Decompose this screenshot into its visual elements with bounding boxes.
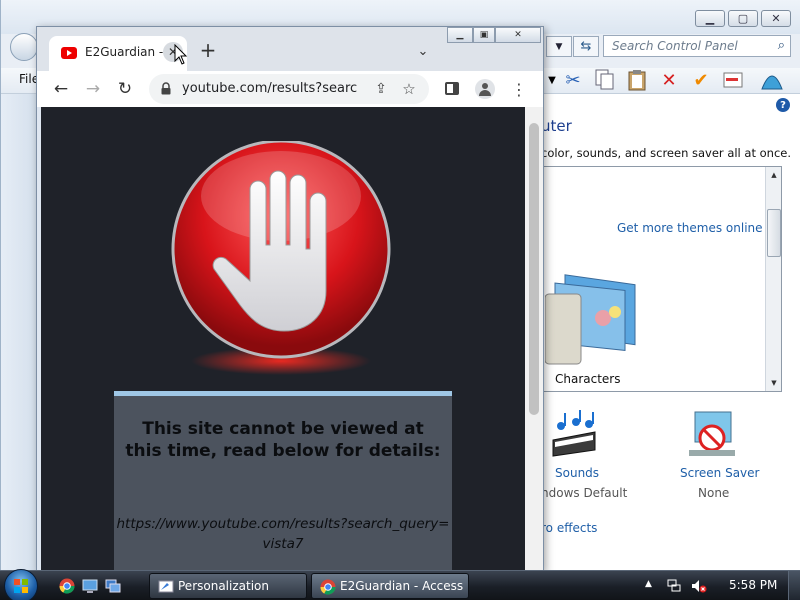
start-button[interactable] <box>4 569 38 600</box>
shell-icon[interactable] <box>759 68 785 92</box>
address-dropdown-icon[interactable]: ▼ <box>546 36 572 57</box>
task-label: E2Guardian - Access ... <box>340 579 469 593</box>
sounds-link[interactable]: Sounds <box>555 466 599 480</box>
refresh-icon[interactable]: ⇆ <box>573 36 599 57</box>
share-icon[interactable]: ⇪ <box>371 79 391 99</box>
minimize-button[interactable]: ▁ <box>695 10 725 27</box>
bookmark-star-icon[interactable]: ☆ <box>399 79 419 99</box>
search-icon[interactable]: ⌕ <box>778 38 785 53</box>
taskbar-personalization[interactable]: Personalization <box>149 573 307 599</box>
chrome-menu-icon[interactable]: ⋮ <box>509 77 529 101</box>
address-bar[interactable]: youtube.com/results?searc... ⇪ ☆ <box>149 74 429 104</box>
tab-search-chevron-icon[interactable]: ⌄ <box>413 41 433 61</box>
maximize-button[interactable]: ▢ <box>728 10 758 27</box>
show-desktop-quicklaunch-icon[interactable] <box>82 578 98 594</box>
youtube-icon <box>61 47 77 59</box>
navigation-pane <box>1 94 41 570</box>
help-icon[interactable]: ? <box>776 98 790 112</box>
mouse-cursor-icon <box>174 44 188 65</box>
scroll-down-icon[interactable]: ▼ <box>766 375 782 391</box>
screen-saver-link[interactable]: Screen Saver <box>680 466 759 480</box>
page-description: color, sounds, and screen saver all at o… <box>541 146 791 160</box>
personalization-app-icon <box>158 580 174 593</box>
block-message-panel: This site cannot be viewed at this time,… <box>114 391 452 571</box>
chrome-toolbar: ← → ↻ youtube.com/results?searc... ⇪ ☆ ⋮ <box>37 71 543 107</box>
paste-icon[interactable] <box>625 68 649 92</box>
delete-icon[interactable]: ✕ <box>657 68 681 92</box>
windows-logo-icon <box>14 579 28 593</box>
chrome-window: ▁ ▣ ✕ E2Guardian - ✕ + ⌄ ← → ↻ youtube.c… <box>36 26 544 572</box>
theme-thumbnail-icon[interactable] <box>544 268 645 368</box>
taskbar-e2guardian[interactable]: E2Guardian - Access ... <box>311 573 469 599</box>
properties-icon[interactable] <box>721 68 745 92</box>
chrome-minimize-button[interactable]: ▁ <box>447 27 473 43</box>
check-icon[interactable]: ✔ <box>689 68 713 92</box>
forward-arrow-icon[interactable]: → <box>81 77 105 101</box>
toolbar-dropdown-icon[interactable]: ▼ <box>546 68 558 92</box>
sounds-icon[interactable] <box>549 410 599 460</box>
page-scrollbar[interactable] <box>525 107 543 571</box>
side-panel-icon[interactable] <box>445 82 459 95</box>
task-label: Personalization <box>178 579 269 593</box>
volume-muted-icon[interactable] <box>691 578 707 594</box>
theme-scrollbar[interactable]: ▲ ▼ <box>765 167 781 391</box>
get-more-themes-link[interactable]: Get more themes online <box>617 221 763 235</box>
copy-icon[interactable] <box>593 68 617 92</box>
show-desktop-button[interactable] <box>788 571 800 600</box>
close-button[interactable]: ✕ <box>761 10 791 27</box>
page-scroll-thumb[interactable] <box>529 123 539 415</box>
scroll-up-icon[interactable]: ▲ <box>766 167 782 183</box>
profile-avatar-icon[interactable] <box>475 79 495 99</box>
chrome-close-button[interactable]: ✕ <box>495 27 541 43</box>
web-page-content: This site cannot be viewed at this time,… <box>41 107 525 571</box>
screen-saver-icon[interactable] <box>687 410 737 460</box>
scroll-thumb[interactable] <box>767 209 781 257</box>
sounds-value: ndows Default <box>541 486 628 500</box>
new-tab-button[interactable]: + <box>197 38 219 62</box>
aero-effects-link[interactable]: ro effects <box>541 521 597 535</box>
network-icon[interactable] <box>667 579 681 593</box>
tab-strip: ▁ ▣ ✕ E2Guardian - ✕ + ⌄ <box>37 27 543 71</box>
search-input[interactable]: Search Control Panel ⌕ <box>603 35 791 57</box>
chrome-app-icon <box>320 579 336 595</box>
stop-hand-icon <box>171 141 391 375</box>
back-button[interactable] <box>10 33 38 61</box>
page-title: uter <box>541 117 572 135</box>
taskbar: Personalization E2Guardian - Access ... … <box>0 569 800 600</box>
url-text[interactable]: youtube.com/results?searc... <box>182 81 358 96</box>
tab-e2guardian[interactable]: E2Guardian - ✕ <box>49 36 187 71</box>
cut-icon[interactable]: ✂ <box>561 68 585 92</box>
chrome-maximize-button[interactable]: ▣ <box>473 27 495 43</box>
clock[interactable]: 5:58 PM <box>729 578 777 592</box>
search-placeholder: Search Control Panel <box>612 39 738 53</box>
switch-windows-quicklaunch-icon[interactable] <box>105 578 121 594</box>
reload-icon[interactable]: ↻ <box>113 77 137 101</box>
chrome-quicklaunch-icon[interactable] <box>59 578 75 594</box>
tray-expand-icon[interactable]: ▲ <box>645 579 652 589</box>
tab-title: E2Guardian - <box>85 45 164 59</box>
back-arrow-icon[interactable]: ← <box>49 77 73 101</box>
block-heading: This site cannot be viewed at this time,… <box>125 419 441 461</box>
theme-name-label[interactable]: Characters <box>555 372 621 386</box>
blocked-url: https://www.youtube.com/results?search_q… <box>116 516 450 552</box>
lock-icon[interactable] <box>161 82 171 95</box>
screen-saver-value: None <box>698 486 730 500</box>
